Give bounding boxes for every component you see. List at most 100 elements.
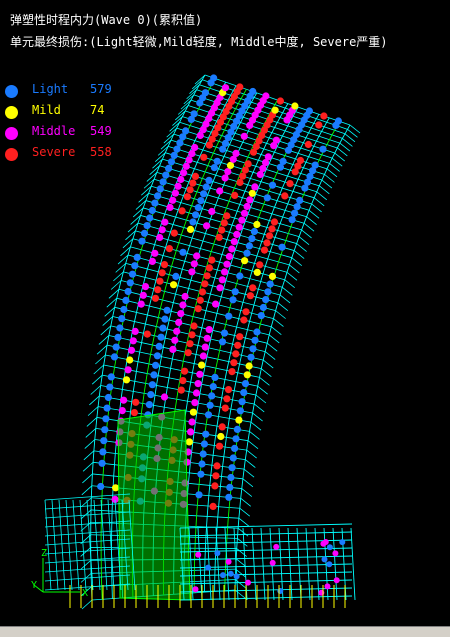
brace-line: [80, 547, 91, 557]
damage-marker: [203, 222, 211, 230]
damage-marker: [225, 493, 233, 501]
damage-marker: [179, 377, 187, 385]
damage-marker: [192, 586, 199, 593]
damage-marker: [214, 550, 221, 557]
brace-line: [252, 412, 263, 422]
damage-marker: [265, 232, 274, 240]
damage-marker: [251, 183, 259, 191]
brace-line: [81, 599, 93, 610]
damage-marker: [171, 189, 179, 197]
podium-column: [251, 527, 257, 601]
damage-marker: [198, 361, 206, 369]
damage-marker: [129, 337, 137, 345]
damage-marker: [244, 160, 252, 168]
damage-marker: [311, 161, 319, 169]
damage-marker: [143, 222, 151, 230]
damage-marker: [236, 333, 244, 341]
podium-column: [260, 527, 266, 601]
damage-marker: [191, 172, 200, 180]
damage-marker: [152, 361, 160, 369]
damage-marker: [188, 331, 196, 339]
damage-marker: [291, 102, 299, 110]
axis-label-x: X: [82, 588, 88, 599]
damage-marker: [326, 561, 333, 568]
brace-line: [239, 507, 251, 517]
damage-marker: [225, 252, 233, 261]
damage-marker: [151, 294, 160, 302]
legend-count: 579: [90, 82, 112, 96]
damage-marker: [147, 391, 155, 399]
damage-marker: [158, 269, 166, 277]
damage-marker: [201, 280, 209, 288]
damage-marker: [177, 310, 185, 318]
damage-marker: [243, 371, 251, 379]
brace-line: [82, 473, 93, 484]
damage-marker: [137, 300, 145, 308]
mild-dot-icon: [5, 106, 18, 119]
damage-marker: [169, 345, 177, 353]
base-column: [93, 499, 101, 591]
brace-line: [262, 359, 274, 369]
base-beam: [44, 565, 131, 573]
damage-marker: [145, 401, 153, 409]
damage-marker: [233, 425, 241, 433]
brace-line: [191, 79, 203, 90]
damage-marker: [120, 305, 128, 314]
damage-marker: [197, 470, 205, 478]
brace-line: [81, 485, 93, 496]
damage-marker: [223, 395, 231, 403]
brace-line: [266, 342, 278, 352]
damage-marker: [169, 196, 177, 204]
brace-line: [301, 229, 312, 239]
podium-column: [197, 527, 203, 601]
damage-marker: [131, 262, 139, 270]
base-beam: [44, 520, 131, 528]
podium-beam: [179, 523, 353, 529]
brace-line: [268, 334, 280, 344]
damage-marker: [192, 389, 201, 397]
brace-line: [89, 395, 100, 406]
brace-line: [344, 133, 356, 143]
brace-line: [238, 517, 250, 527]
damage-marker: [165, 164, 173, 172]
damage-marker: [189, 218, 197, 226]
brace-line: [319, 185, 330, 195]
brace-line: [279, 294, 291, 304]
core-block: [117, 409, 191, 601]
damage-marker: [174, 182, 182, 190]
damage-marker: [110, 353, 119, 361]
brace-line: [250, 421, 262, 431]
damage-marker: [159, 178, 167, 186]
damage-marker: [259, 303, 267, 312]
brace-line: [84, 439, 96, 449]
damage-marker: [190, 260, 198, 268]
damage-marker: [158, 226, 166, 234]
render-canvas[interactable]: Z Y X 弹塑性时程内力(Wave 0)(累积值) 单元最终损伤:(Light轻微…: [0, 0, 450, 626]
damage-marker: [304, 140, 312, 149]
damage-marker: [197, 197, 205, 205]
damage-marker: [156, 277, 164, 285]
damage-marker: [218, 423, 226, 431]
brace-line: [316, 191, 328, 201]
model-viewport[interactable]: Z Y X 弹塑性时程内力(Wave 0)(累积值) 单元最终损伤:(Light轻微…: [0, 0, 450, 637]
damage-marker: [238, 398, 246, 406]
damage-marker: [228, 245, 236, 253]
damage-marker: [234, 341, 242, 349]
damage-marker: [200, 153, 208, 161]
damage-marker: [151, 249, 159, 257]
damage-marker: [231, 444, 239, 452]
damage-marker: [251, 336, 259, 344]
damage-marker: [127, 346, 136, 354]
damage-marker: [192, 211, 200, 219]
brace-line: [286, 271, 298, 281]
damage-marker: [264, 153, 272, 161]
damage-marker: [160, 261, 169, 269]
damage-marker: [245, 362, 253, 370]
brace-line: [241, 488, 253, 497]
damage-marker: [288, 216, 296, 224]
damage-marker: [218, 226, 226, 234]
horizontal-scrollbar[interactable]: [0, 626, 450, 637]
damage-marker: [212, 300, 220, 308]
column-line: [214, 117, 330, 592]
damage-marker: [186, 225, 195, 233]
